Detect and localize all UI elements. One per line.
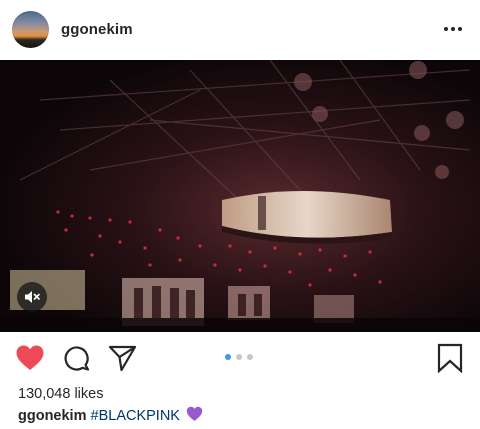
more-options-icon[interactable] xyxy=(438,20,468,38)
carousel-dot xyxy=(236,354,242,360)
caption: ggonekim #BLACKPINK xyxy=(18,406,203,426)
comment-bubble-icon[interactable] xyxy=(63,344,91,372)
heart-icon[interactable] xyxy=(15,344,45,372)
avatar[interactable] xyxy=(12,11,49,48)
video-frame xyxy=(0,60,480,332)
post-username[interactable]: ggonekim xyxy=(61,21,133,38)
carousel-dot xyxy=(247,354,253,360)
carousel-indicator xyxy=(225,354,265,362)
likes-count[interactable]: 130,048 likes xyxy=(18,386,103,402)
post-header: ggonekim xyxy=(0,0,480,60)
bookmark-icon[interactable] xyxy=(437,343,463,374)
caption-hashtag[interactable]: #BLACKPINK xyxy=(91,408,180,424)
caption-username[interactable]: ggonekim xyxy=(18,408,86,424)
paper-plane-icon[interactable] xyxy=(108,344,138,372)
carousel-dot-active xyxy=(225,354,231,360)
muted-speaker-icon[interactable] xyxy=(17,282,47,312)
purple-heart-emoji-icon xyxy=(186,406,203,426)
post-video[interactable] xyxy=(0,60,480,332)
